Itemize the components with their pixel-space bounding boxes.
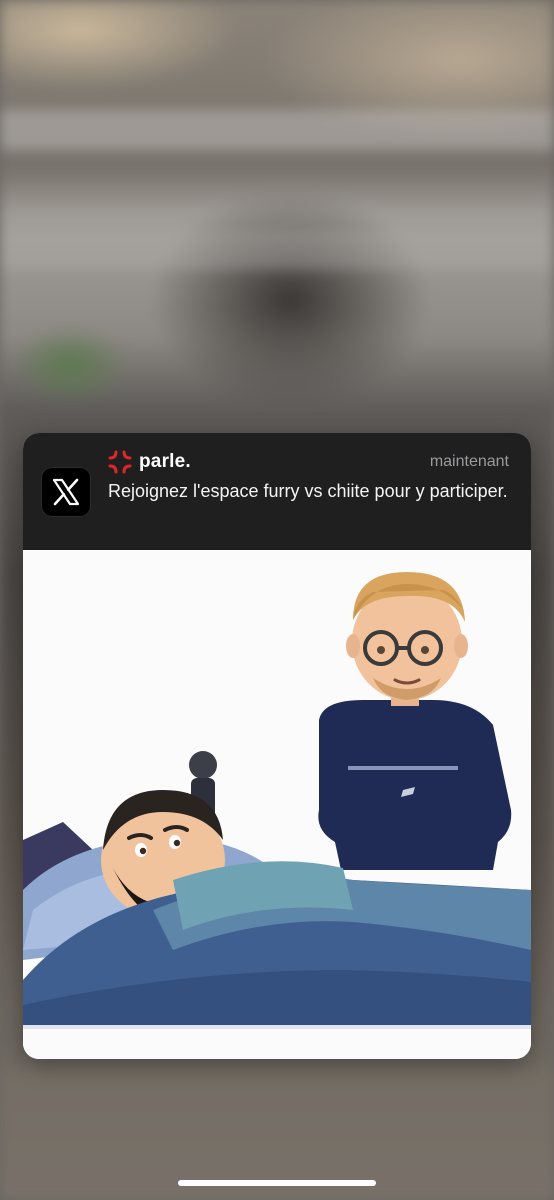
sender-name: parle.: [139, 451, 191, 472]
notification-card[interactable]: parle. maintenant Rejoignez l'espace fur…: [23, 433, 531, 1059]
notification-message: Rejoignez l'espace furry vs chiite pour …: [108, 481, 508, 501]
notification-attachment-image[interactable]: [23, 550, 531, 1059]
home-indicator[interactable]: [178, 1180, 376, 1186]
sender-row: parle. maintenant: [108, 450, 509, 474]
x-logo-icon: [41, 467, 91, 517]
cartoon-illustration-image: [23, 550, 531, 1059]
notification-header: parle. maintenant Rejoignez l'espace fur…: [23, 433, 531, 550]
notification-time: maintenant: [429, 453, 509, 470]
anger-symbol-icon: [108, 450, 132, 474]
